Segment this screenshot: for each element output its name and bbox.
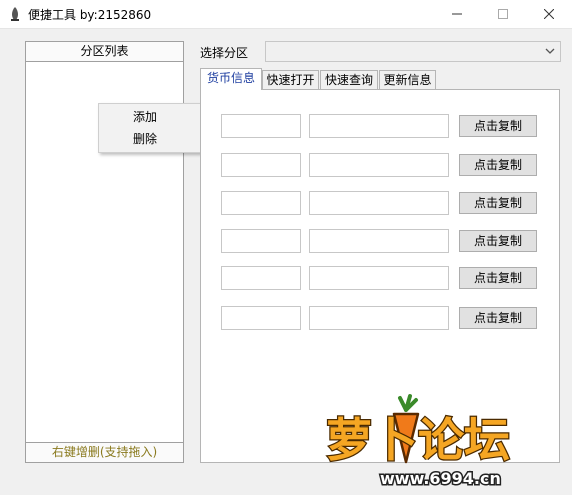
- value-field[interactable]: [309, 266, 449, 290]
- menu-item-delete[interactable]: 删除: [99, 128, 213, 150]
- copy-button[interactable]: 点击复制: [459, 192, 537, 214]
- partition-list-header: 分区列表: [26, 42, 183, 62]
- close-button[interactable]: [526, 0, 572, 28]
- name-field[interactable]: [221, 114, 301, 138]
- value-field[interactable]: [309, 229, 449, 253]
- copy-row: 点击复制: [201, 153, 559, 179]
- watermark-text: 萝卜论坛: [326, 413, 510, 467]
- name-field[interactable]: [221, 153, 301, 177]
- copy-row: 点击复制: [201, 306, 559, 332]
- tab-quick-query[interactable]: 快速查询: [320, 70, 378, 89]
- name-field[interactable]: [221, 191, 301, 215]
- minimize-button[interactable]: [434, 0, 480, 28]
- close-icon: [544, 9, 554, 19]
- name-field[interactable]: [221, 266, 301, 290]
- copy-button[interactable]: 点击复制: [459, 307, 537, 329]
- maximize-button[interactable]: [480, 0, 526, 28]
- tab-currency-info[interactable]: 货币信息: [200, 68, 262, 90]
- minimize-icon: [452, 13, 462, 15]
- value-field[interactable]: [309, 306, 449, 330]
- copy-row: 点击复制: [201, 229, 559, 255]
- name-field[interactable]: [221, 229, 301, 253]
- copy-row: 点击复制: [201, 266, 559, 292]
- site-watermark-logo: 萝卜论坛 www.6994.cn: [325, 394, 511, 490]
- context-menu: 添加 删除: [98, 103, 214, 153]
- title-bar: 便捷工具 by:2152860: [0, 0, 572, 29]
- copy-button[interactable]: 点击复制: [459, 267, 537, 289]
- partition-select-label: 选择分区: [200, 46, 249, 60]
- partition-select[interactable]: [265, 41, 561, 62]
- value-field[interactable]: [309, 153, 449, 177]
- copy-button[interactable]: 点击复制: [459, 154, 537, 176]
- watermark-url: www.6994.cn: [380, 469, 501, 488]
- copy-button[interactable]: 点击复制: [459, 115, 537, 137]
- tab-quick-open[interactable]: 快速打开: [262, 70, 319, 89]
- maximize-icon: [498, 9, 508, 19]
- app-icon: [11, 7, 19, 21]
- value-field[interactable]: [309, 114, 449, 138]
- partition-list-hint: 右键增删(支持拖入): [26, 442, 183, 462]
- name-field[interactable]: [221, 306, 301, 330]
- copy-row: 点击复制: [201, 191, 559, 217]
- window-title: 便捷工具 by:2152860: [28, 8, 152, 22]
- menu-item-add[interactable]: 添加: [99, 106, 213, 128]
- value-field[interactable]: [309, 191, 449, 215]
- tab-update-info[interactable]: 更新信息: [379, 70, 436, 89]
- copy-button[interactable]: 点击复制: [459, 230, 537, 252]
- chevron-down-icon: [545, 48, 555, 54]
- copy-row: 点击复制: [201, 114, 559, 140]
